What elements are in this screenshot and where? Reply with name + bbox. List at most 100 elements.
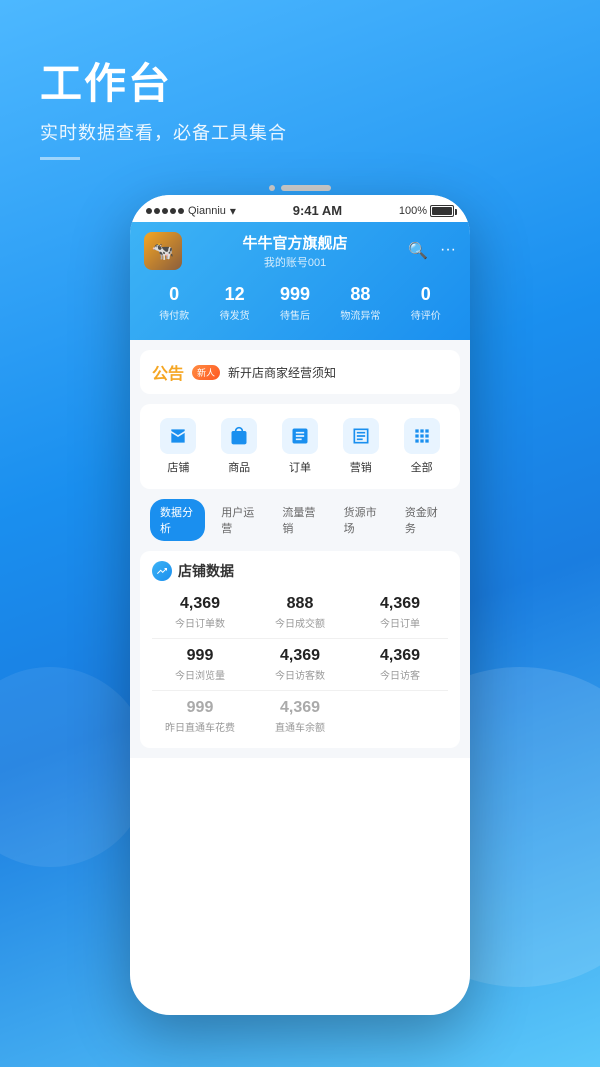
stat-label-0: 待付款 <box>159 307 189 322</box>
wifi-icon: ▾ <box>230 204 236 218</box>
stat-item-3[interactable]: 88 物流异常 <box>340 284 380 322</box>
data-card-icon <box>152 561 172 581</box>
stat-value-3: 88 <box>340 284 380 305</box>
data-label-5: 今日访客 <box>352 667 448 682</box>
phone-content: 公告 新人 新开店商家经营须知 店铺 <box>130 340 470 758</box>
battery-bar <box>430 205 454 217</box>
quick-icon-order[interactable]: 订单 <box>282 418 318 475</box>
shop-info: 牛牛官方旗舰店 我的账号001 <box>182 232 408 270</box>
data-value-5: 4,369 <box>352 647 448 665</box>
phone-blue-header: 🐄 牛牛官方旗舰店 我的账号001 🔍 ··· 0 待付款 <box>130 222 470 340</box>
indicator-pill <box>281 185 331 191</box>
tab-supply[interactable]: 货源市场 <box>334 499 389 541</box>
stat-label-4: 待评价 <box>411 307 441 322</box>
data-card-header: 店铺数据 <box>152 561 448 581</box>
data-item-7: 4,369 直通车余额 <box>252 695 348 738</box>
phone-mockup: Qianniu ▾ 9:41 AM 100% 🐄 <box>130 175 470 995</box>
avatar-image: 🐄 <box>144 232 182 270</box>
tab-data-analysis[interactable]: 数据分析 <box>150 499 205 541</box>
data-label-4: 今日访客数 <box>252 667 348 682</box>
data-item-1: 888 今日成交额 <box>252 591 348 634</box>
stat-label-1: 待发货 <box>220 307 250 322</box>
search-icon[interactable]: 🔍 <box>408 241 428 261</box>
data-label-7: 直通车余额 <box>252 719 348 734</box>
shop-actions: 🔍 ··· <box>408 241 456 261</box>
data-card-title: 店铺数据 <box>178 561 234 581</box>
marketing-icon-label: 营销 <box>350 459 372 475</box>
tab-finance[interactable]: 资金财务 <box>395 499 450 541</box>
quick-icons-card: 店铺 商品 <box>140 404 460 489</box>
notice-bulletin-icon: 公告 <box>152 360 184 384</box>
quick-icon-all[interactable]: 全部 <box>404 418 440 475</box>
notice-badge: 新人 <box>192 365 220 380</box>
status-time: 9:41 AM <box>293 203 342 218</box>
order-icon-box <box>282 418 318 454</box>
data-value-2: 4,369 <box>352 595 448 613</box>
shop-header: 🐄 牛牛官方旗舰店 我的账号001 🔍 ··· <box>144 228 456 278</box>
quick-icons-row: 店铺 商品 <box>148 418 452 475</box>
battery-percentage: 100% <box>399 205 427 217</box>
data-grid: 4,369 今日订单数 888 今日成交额 4,369 今日订单 <box>152 591 448 634</box>
stat-label-2: 待售后 <box>280 307 310 322</box>
data-value-1: 888 <box>252 595 348 613</box>
data-item-8 <box>352 695 448 738</box>
subtitle-divider <box>40 157 80 160</box>
shop-icon-label: 店铺 <box>167 459 189 475</box>
stat-value-4: 0 <box>411 284 441 305</box>
quick-icon-marketing[interactable]: 营销 <box>343 418 379 475</box>
data-value-3: 999 <box>152 647 248 665</box>
order-stats: 0 待付款 12 待发货 999 待售后 88 物流异常 <box>144 278 456 328</box>
data-label-6: 昨日直通车花费 <box>152 719 248 734</box>
notice-text: 新开店商家经营须知 <box>228 364 448 381</box>
goods-icon-label: 商品 <box>228 459 250 475</box>
stat-label-3: 物流异常 <box>340 307 380 322</box>
data-label-1: 今日成交额 <box>252 615 348 630</box>
stat-item-1[interactable]: 12 待发货 <box>220 284 250 322</box>
phone-top-dots <box>130 175 470 195</box>
page-subtitle: 实时数据查看，必备工具集合 <box>40 119 560 145</box>
marketing-icon-box <box>343 418 379 454</box>
status-bar: Qianniu ▾ 9:41 AM 100% <box>130 195 470 222</box>
data-value-7: 4,369 <box>252 699 348 717</box>
goods-icon-box <box>221 418 257 454</box>
more-icon[interactable]: ··· <box>440 241 456 261</box>
shop-account: 我的账号001 <box>182 254 408 270</box>
stat-value-2: 999 <box>280 284 310 305</box>
stat-value-1: 12 <box>220 284 250 305</box>
data-grid-3: 999 昨日直通车花费 4,369 直通车余额 <box>152 695 448 738</box>
all-icon-box <box>404 418 440 454</box>
data-item-4: 4,369 今日访客数 <box>252 643 348 686</box>
stat-item-2[interactable]: 999 待售后 <box>280 284 310 322</box>
battery-fill <box>432 207 452 215</box>
tab-traffic[interactable]: 流量营销 <box>272 499 327 541</box>
data-item-3: 999 今日浏览量 <box>152 643 248 686</box>
data-grid-2: 999 今日浏览量 4,369 今日访客数 4,369 今日访客 <box>152 643 448 686</box>
quick-icon-shop[interactable]: 店铺 <box>160 418 196 475</box>
data-value-0: 4,369 <box>152 595 248 613</box>
data-value-6: 999 <box>152 699 248 717</box>
signal-area: Qianniu ▾ <box>146 204 236 218</box>
data-item-6: 999 昨日直通车花费 <box>152 695 248 738</box>
data-label-3: 今日浏览量 <box>152 667 248 682</box>
data-item-0: 4,369 今日订单数 <box>152 591 248 634</box>
tab-user-ops[interactable]: 用户运营 <box>211 499 266 541</box>
stat-item-4[interactable]: 0 待评价 <box>411 284 441 322</box>
order-icon-label: 订单 <box>289 459 311 475</box>
battery-area: 100% <box>399 205 454 217</box>
shop-icon-box <box>160 418 196 454</box>
shop-avatar: 🐄 <box>144 232 182 270</box>
stat-item-0[interactable]: 0 待付款 <box>159 284 189 322</box>
page-title: 工作台 <box>40 50 560 111</box>
page-header: 工作台 实时数据查看，必备工具集合 <box>0 0 600 170</box>
phone-frame: Qianniu ▾ 9:41 AM 100% 🐄 <box>130 195 470 1015</box>
stat-value-0: 0 <box>159 284 189 305</box>
shop-name: 牛牛官方旗舰店 <box>182 232 408 253</box>
notice-card[interactable]: 公告 新人 新开店商家经营须知 <box>140 350 460 394</box>
data-label-2: 今日订单 <box>352 615 448 630</box>
data-value-4: 4,369 <box>252 647 348 665</box>
tab-bar: 数据分析 用户运营 流量营销 货源市场 资金财务 <box>140 499 460 541</box>
carrier-name: Qianniu <box>188 205 226 217</box>
data-item-5: 4,369 今日访客 <box>352 643 448 686</box>
data-card: 店铺数据 4,369 今日订单数 888 今日成交额 4,369 <box>140 551 460 748</box>
quick-icon-goods[interactable]: 商品 <box>221 418 257 475</box>
